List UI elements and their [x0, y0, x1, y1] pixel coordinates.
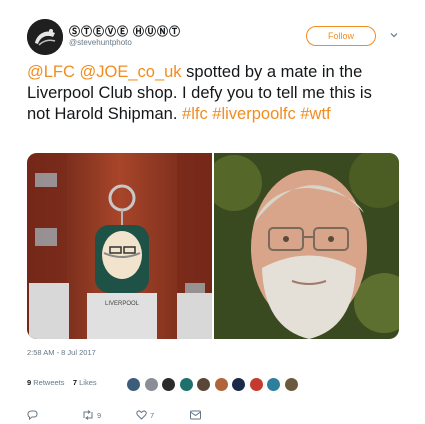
tweet-link[interactable]: #lfc — [182, 105, 208, 123]
liker-avatar[interactable] — [161, 377, 176, 392]
tweet-text: @LFC @JOE_co_uk spotted by a mate in the… — [27, 62, 397, 125]
tweet-link[interactable]: @JOE_co_uk — [80, 63, 182, 81]
liker-avatar[interactable] — [213, 377, 229, 392]
retweets-stat[interactable]: 9 Retweets — [27, 378, 65, 387]
liker-avatar[interactable] — [248, 377, 264, 392]
likes-count: 7 — [72, 378, 78, 387]
likes-label: Likes — [79, 378, 97, 387]
liker-avatar[interactable] — [283, 377, 299, 392]
tweet-timestamp[interactable]: 2:58 AM - 8 Jul 2017 — [27, 348, 96, 357]
retweet-icon — [83, 410, 93, 420]
dm-icon — [190, 410, 201, 420]
liker-avatar[interactable] — [231, 377, 246, 392]
tweet-link[interactable]: #wtf — [300, 105, 330, 123]
tweet-link[interactable]: #liverpoolfc — [212, 105, 295, 123]
portrait-photo[interactable] — [214, 153, 399, 339]
liker-avatar[interactable] — [143, 377, 159, 392]
likes-stat[interactable]: 7 Likes — [73, 378, 97, 387]
liker-avatars — [126, 377, 301, 392]
avatar[interactable] — [27, 19, 63, 55]
direct-message-button[interactable] — [190, 410, 204, 420]
retweet-button[interactable]: 9 — [82, 410, 101, 420]
tweet-link[interactable]: @LFC — [27, 63, 75, 81]
reply-button[interactable] — [27, 410, 41, 420]
engagement-stats: 9 Retweets 7 Likes — [27, 378, 97, 387]
chevron-down-icon[interactable] — [389, 30, 399, 40]
retweets-label: Retweets — [33, 378, 65, 387]
like-button[interactable]: 7 — [136, 410, 154, 420]
display-name[interactable]: ⓈⓉⒺⓋⒺ ⒽⓊⓃⓉ — [69, 23, 181, 39]
tweet-actions: 9 7 — [0, 410, 425, 422]
liker-avatar[interactable] — [196, 377, 211, 392]
avatar-image — [27, 19, 63, 55]
keyring-photo[interactable]: LIVERPOOL — [27, 153, 212, 339]
svg-text:LIVERPOOL: LIVERPOOL — [105, 301, 140, 307]
user-handle[interactable]: @stevehuntphoto — [69, 38, 132, 47]
reply-icon — [27, 410, 38, 420]
like-icon — [136, 410, 147, 420]
liker-avatar[interactable] — [126, 377, 141, 392]
retweets-count: 9 — [27, 378, 32, 387]
liker-avatar[interactable] — [266, 377, 281, 392]
follow-button[interactable]: Follow — [306, 26, 376, 46]
retweet-count: 9 — [97, 410, 102, 420]
liker-avatar[interactable] — [178, 377, 194, 392]
tweet-media[interactable]: LIVERPOOL — [27, 153, 399, 339]
like-count: 7 — [150, 410, 155, 420]
